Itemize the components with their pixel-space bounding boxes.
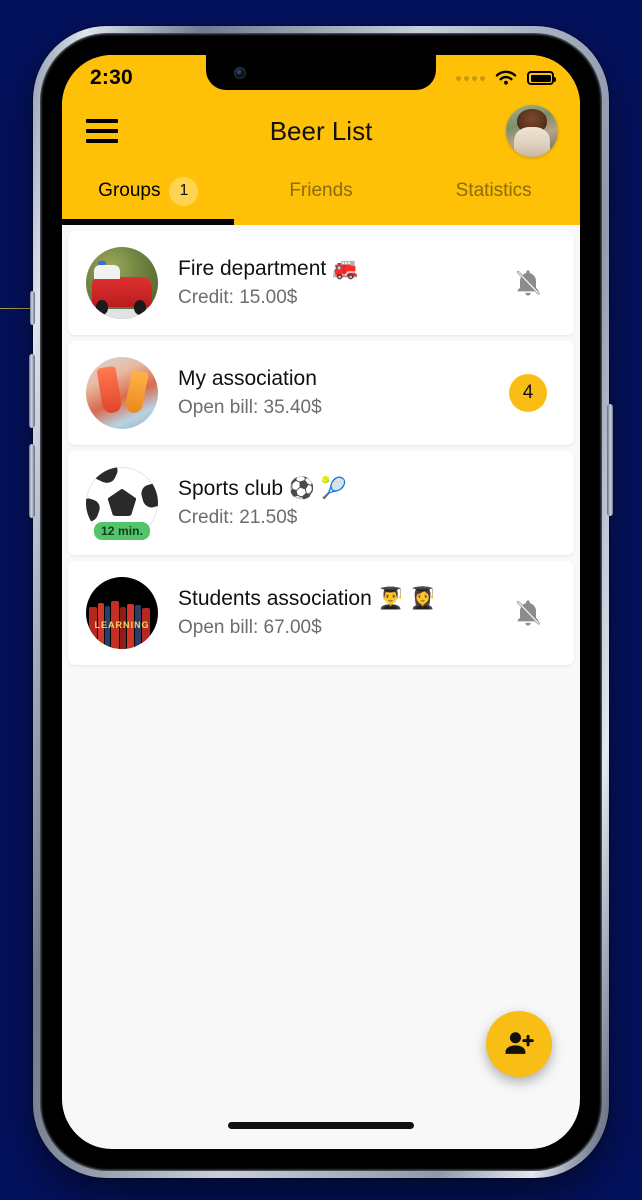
phone-bezel: 2:30 Beer List Groups 1 Friends Statisti… [40, 33, 602, 1171]
add-group-button[interactable] [486, 1011, 552, 1077]
tab-statistics-label: Statistics [455, 180, 532, 201]
list-item[interactable]: 12 min. Sports club ⚽ 🎾 Credit: 21.50$ [68, 451, 574, 555]
tab-groups-badge: 1 [169, 176, 199, 206]
group-balance: Open bill: 35.40$ [178, 396, 322, 418]
group-balance: Credit: 21.50$ [178, 506, 298, 528]
power-button[interactable] [607, 404, 613, 516]
list-item[interactable]: Fire department 🚒 Credit: 15.00$ [68, 231, 574, 335]
last-activity-badge: 12 min. [92, 521, 152, 541]
list-item-text: My association Open bill: 35.40$ [178, 366, 492, 421]
scene: 2:30 Beer List Groups 1 Friends Statisti… [0, 0, 642, 1200]
volume-down-button[interactable] [29, 444, 35, 518]
soccer-ball-avatar: 12 min. [86, 467, 158, 541]
wifi-icon [495, 70, 517, 85]
display-notch [206, 55, 436, 90]
list-item-trailing[interactable]: 4 [504, 374, 552, 412]
tab-active-indicator [62, 219, 234, 225]
tab-groups[interactable]: Groups 1 [62, 167, 235, 225]
group-balance: Credit: 15.00$ [178, 286, 298, 308]
list-item-text: Fire department 🚒 Credit: 15.00$ [178, 256, 492, 311]
group-list: Fire department 🚒 Credit: 15.00$ My asso… [62, 225, 580, 665]
tab-bar: Groups 1 Friends Statistics [62, 167, 580, 225]
bell-off-icon[interactable] [513, 596, 543, 630]
group-name: Sports club ⚽ 🎾 [178, 476, 348, 500]
list-item[interactable]: My association Open bill: 35.40$ 4 [68, 341, 574, 445]
list-item-text: Sports club ⚽ 🎾 Credit: 21.50$ [178, 476, 492, 531]
unread-count-badge[interactable]: 4 [509, 374, 547, 412]
list-item-text: Students association 👨‍🎓 👩‍🎓 Open bill: … [178, 586, 492, 641]
list-item[interactable]: LEARNING Students association 👨‍🎓 👩‍🎓 Op… [68, 561, 574, 665]
app-bar: Beer List [62, 95, 580, 167]
group-name: Fire department 🚒 [178, 256, 359, 280]
tab-statistics[interactable]: Statistics [407, 167, 580, 225]
tab-groups-label: Groups [98, 180, 161, 201]
fire-truck-avatar [86, 247, 158, 319]
status-indicators [456, 69, 556, 87]
group-balance: Open bill: 67.00$ [178, 616, 322, 638]
home-indicator[interactable] [228, 1122, 414, 1129]
hamburger-menu-icon[interactable] [86, 119, 118, 143]
phone-frame: 2:30 Beer List Groups 1 Friends Statisti… [29, 26, 613, 1178]
phone-screen: 2:30 Beer List Groups 1 Friends Statisti… [62, 55, 580, 1149]
list-item-trailing[interactable] [504, 596, 552, 630]
tab-friends[interactable]: Friends [235, 167, 408, 225]
user-avatar[interactable] [506, 105, 558, 157]
mute-switch-button[interactable] [30, 291, 35, 325]
volume-up-button[interactable] [29, 354, 35, 428]
person-add-icon [505, 1032, 534, 1054]
drinks-cheers-avatar [86, 357, 158, 429]
list-item-trailing[interactable] [504, 266, 552, 300]
signal-dots-icon [456, 75, 485, 81]
battery-full-icon [527, 71, 556, 85]
group-name: Students association 👨‍🎓 👩‍🎓 [178, 586, 436, 610]
books-learning-avatar: LEARNING [86, 577, 158, 649]
bell-off-icon[interactable] [513, 266, 543, 300]
group-name: My association [178, 366, 317, 390]
page-title: Beer List [269, 115, 373, 146]
tab-friends-label: Friends [289, 180, 353, 201]
front-camera-icon [234, 67, 246, 79]
status-time: 2:30 [90, 66, 133, 89]
